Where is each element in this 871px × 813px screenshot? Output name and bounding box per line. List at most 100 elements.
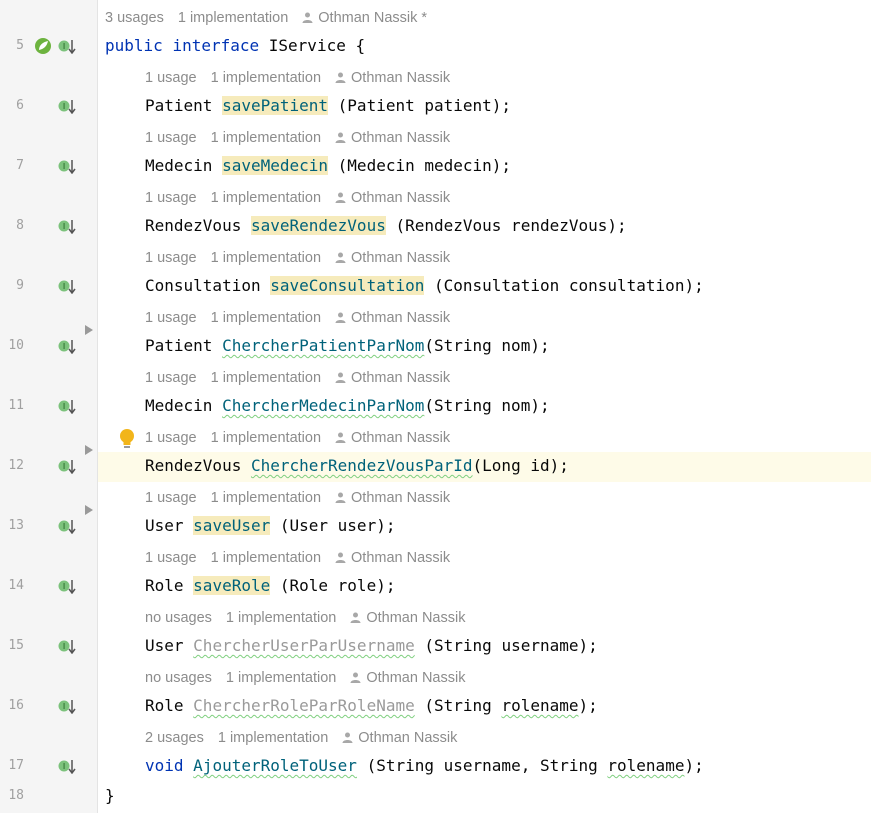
usages-hint[interactable]: 1 usage [145, 430, 197, 446]
fold-arrow-icon[interactable] [85, 505, 93, 515]
line-number: 14 [8, 578, 24, 593]
usages-hint[interactable]: 1 usage [145, 250, 197, 266]
method-declaration[interactable]: Medecin ChercherMedecinParNom(String nom… [145, 394, 550, 418]
method-name[interactable]: ChercherUserParUsername [193, 636, 415, 655]
author-hint[interactable]: Othman Nassik [366, 610, 465, 626]
method-declaration[interactable]: Role ChercherRoleParRoleName (String rol… [145, 694, 598, 718]
implemented-method-icon[interactable]: I [58, 98, 76, 114]
method-name[interactable]: ChercherRoleParRoleName [193, 696, 415, 715]
usages-hint[interactable]: 1 usage [145, 550, 197, 566]
interface-declaration[interactable]: public interface IService { [105, 34, 365, 58]
implemented-method-icon[interactable]: I [58, 278, 76, 294]
implemented-method-icon[interactable]: I [58, 518, 76, 534]
author-hint[interactable]: Othman Nassik [351, 250, 450, 266]
author-hint[interactable]: Othman Nassik [366, 670, 465, 686]
method-name[interactable]: ChercherMedecinParNom [222, 396, 424, 415]
author-hint[interactable]: Othman Nassik * [318, 10, 427, 26]
implementations-hint[interactable]: 1 implementation [211, 370, 321, 386]
implemented-method-icon[interactable]: I [58, 338, 76, 354]
implementations-hint[interactable]: 1 implementation [211, 250, 321, 266]
usages-hint[interactable]: 1 usage [145, 130, 197, 146]
code-vision-hint[interactable]: 1 usage 1 implementation Othman Nassik [98, 128, 871, 148]
usages-hint[interactable]: 1 usage [145, 370, 197, 386]
method-declaration[interactable]: User ChercherUserParUsername (String use… [145, 634, 598, 658]
implemented-method-icon[interactable]: I [58, 458, 76, 474]
code-vision-hint[interactable]: 2 usages 1 implementation Othman Nassik [98, 728, 871, 748]
line-number: 13 [8, 518, 24, 533]
implementations-hint[interactable]: 1 implementation [211, 550, 321, 566]
implementations-hint[interactable]: 1 implementation [211, 70, 321, 86]
usages-hint[interactable]: no usages [145, 610, 212, 626]
code-vision-hint[interactable]: 1 usage 1 implementation Othman Nassik [98, 548, 871, 568]
implementations-hint[interactable]: 1 implementation [211, 130, 321, 146]
method-declaration[interactable]: Role saveRole (Role role); [145, 574, 395, 598]
implementations-hint[interactable]: 1 implementation [178, 10, 288, 26]
author-hint[interactable]: Othman Nassik [351, 70, 450, 86]
code-vision-hint[interactable]: 1 usage 1 implementation Othman Nassik [98, 68, 871, 88]
method-name[interactable]: saveMedecin [222, 156, 329, 175]
author-hint[interactable]: Othman Nassik [351, 490, 450, 506]
method-name[interactable]: savePatient [222, 96, 329, 115]
implemented-method-icon[interactable]: I [58, 158, 76, 174]
code-vision-hint[interactable]: 1 usage 1 implementation Othman Nassik [98, 248, 871, 268]
author-hint[interactable]: Othman Nassik [351, 370, 450, 386]
method-name[interactable]: saveUser [193, 516, 271, 535]
author-hint[interactable]: Othman Nassik [358, 730, 457, 746]
author-hint[interactable]: Othman Nassik [351, 430, 450, 446]
usages-hint[interactable]: 1 usage [145, 490, 197, 506]
implementations-hint[interactable]: 1 implementation [226, 670, 336, 686]
implemented-method-icon[interactable]: I [58, 218, 76, 234]
code-vision-hint[interactable]: 1 usage 1 implementation Othman Nassik [98, 488, 871, 508]
author-hint[interactable]: Othman Nassik [351, 190, 450, 206]
implementations-hint[interactable]: 1 implementation [218, 730, 328, 746]
implemented-method-icon[interactable]: I [58, 578, 76, 594]
method-declaration[interactable]: Consultation saveConsultation (Consultat… [145, 274, 704, 298]
method-declaration[interactable]: RendezVous saveRendezVous (RendezVous re… [145, 214, 627, 238]
closing-brace[interactable]: } [105, 784, 115, 808]
fold-arrow-icon[interactable] [85, 445, 93, 455]
method-declaration[interactable]: User saveUser (User user); [145, 514, 395, 538]
author-hint[interactable]: Othman Nassik [351, 130, 450, 146]
line-number: 15 [8, 638, 24, 653]
svg-text:I: I [63, 162, 65, 171]
code-vision-hint[interactable]: no usages 1 implementation Othman Nassik [98, 608, 871, 628]
method-declaration[interactable]: RendezVous ChercherRendezVousParId(Long … [145, 454, 569, 478]
implementations-hint[interactable]: 1 implementation [226, 610, 336, 626]
usages-hint[interactable]: 1 usage [145, 70, 197, 86]
fold-arrow-icon[interactable] [85, 325, 93, 335]
code-vision-hint[interactable]: 1 usage 1 implementation Othman Nassik [98, 188, 871, 208]
method-declaration[interactable]: Medecin saveMedecin (Medecin medecin); [145, 154, 511, 178]
usages-hint[interactable]: 3 usages [105, 10, 164, 26]
method-name[interactable]: saveRole [193, 576, 271, 595]
implemented-method-icon[interactable]: I [58, 698, 76, 714]
person-icon [335, 312, 346, 323]
code-vision-hint[interactable]: 1 usage 1 implementation Othman Nassik [98, 368, 871, 388]
author-hint[interactable]: Othman Nassik [351, 550, 450, 566]
implemented-method-icon[interactable]: I [58, 638, 76, 654]
method-name[interactable]: saveConsultation [270, 276, 425, 295]
code-vision-hint[interactable]: 3 usages 1 implementation Othman Nassik * [98, 8, 871, 28]
implemented-method-icon[interactable]: I [58, 398, 76, 414]
code-vision-hint[interactable]: 1 usage 1 implementation Othman Nassik [98, 308, 871, 328]
method-name[interactable]: AjouterRoleToUser [193, 756, 357, 775]
usages-hint[interactable]: 2 usages [145, 730, 204, 746]
author-hint[interactable]: Othman Nassik [351, 310, 450, 326]
implemented-method-icon[interactable]: I [58, 38, 76, 54]
implemented-method-icon[interactable]: I [58, 758, 76, 774]
method-declaration[interactable]: Patient savePatient (Patient patient); [145, 94, 511, 118]
usages-hint[interactable]: no usages [145, 670, 212, 686]
implementations-hint[interactable]: 1 implementation [211, 190, 321, 206]
implementations-hint[interactable]: 1 implementation [211, 310, 321, 326]
code-vision-hint[interactable]: no usages 1 implementation Othman Nassik [98, 668, 871, 688]
implementations-hint[interactable]: 1 implementation [211, 430, 321, 446]
implementations-hint[interactable]: 1 implementation [211, 490, 321, 506]
method-name[interactable]: saveRendezVous [250, 216, 386, 235]
method-declaration[interactable]: void AjouterRoleToUser (String username,… [145, 754, 704, 778]
spring-bean-icon[interactable] [34, 37, 52, 55]
method-name[interactable]: ChercherPatientParNom [222, 336, 424, 355]
method-name[interactable]: ChercherRendezVousParId [251, 456, 473, 475]
usages-hint[interactable]: 1 usage [145, 190, 197, 206]
code-vision-hint[interactable]: 1 usage 1 implementation Othman Nassik [98, 428, 871, 448]
method-declaration[interactable]: Patient ChercherPatientParNom(String nom… [145, 334, 550, 358]
usages-hint[interactable]: 1 usage [145, 310, 197, 326]
